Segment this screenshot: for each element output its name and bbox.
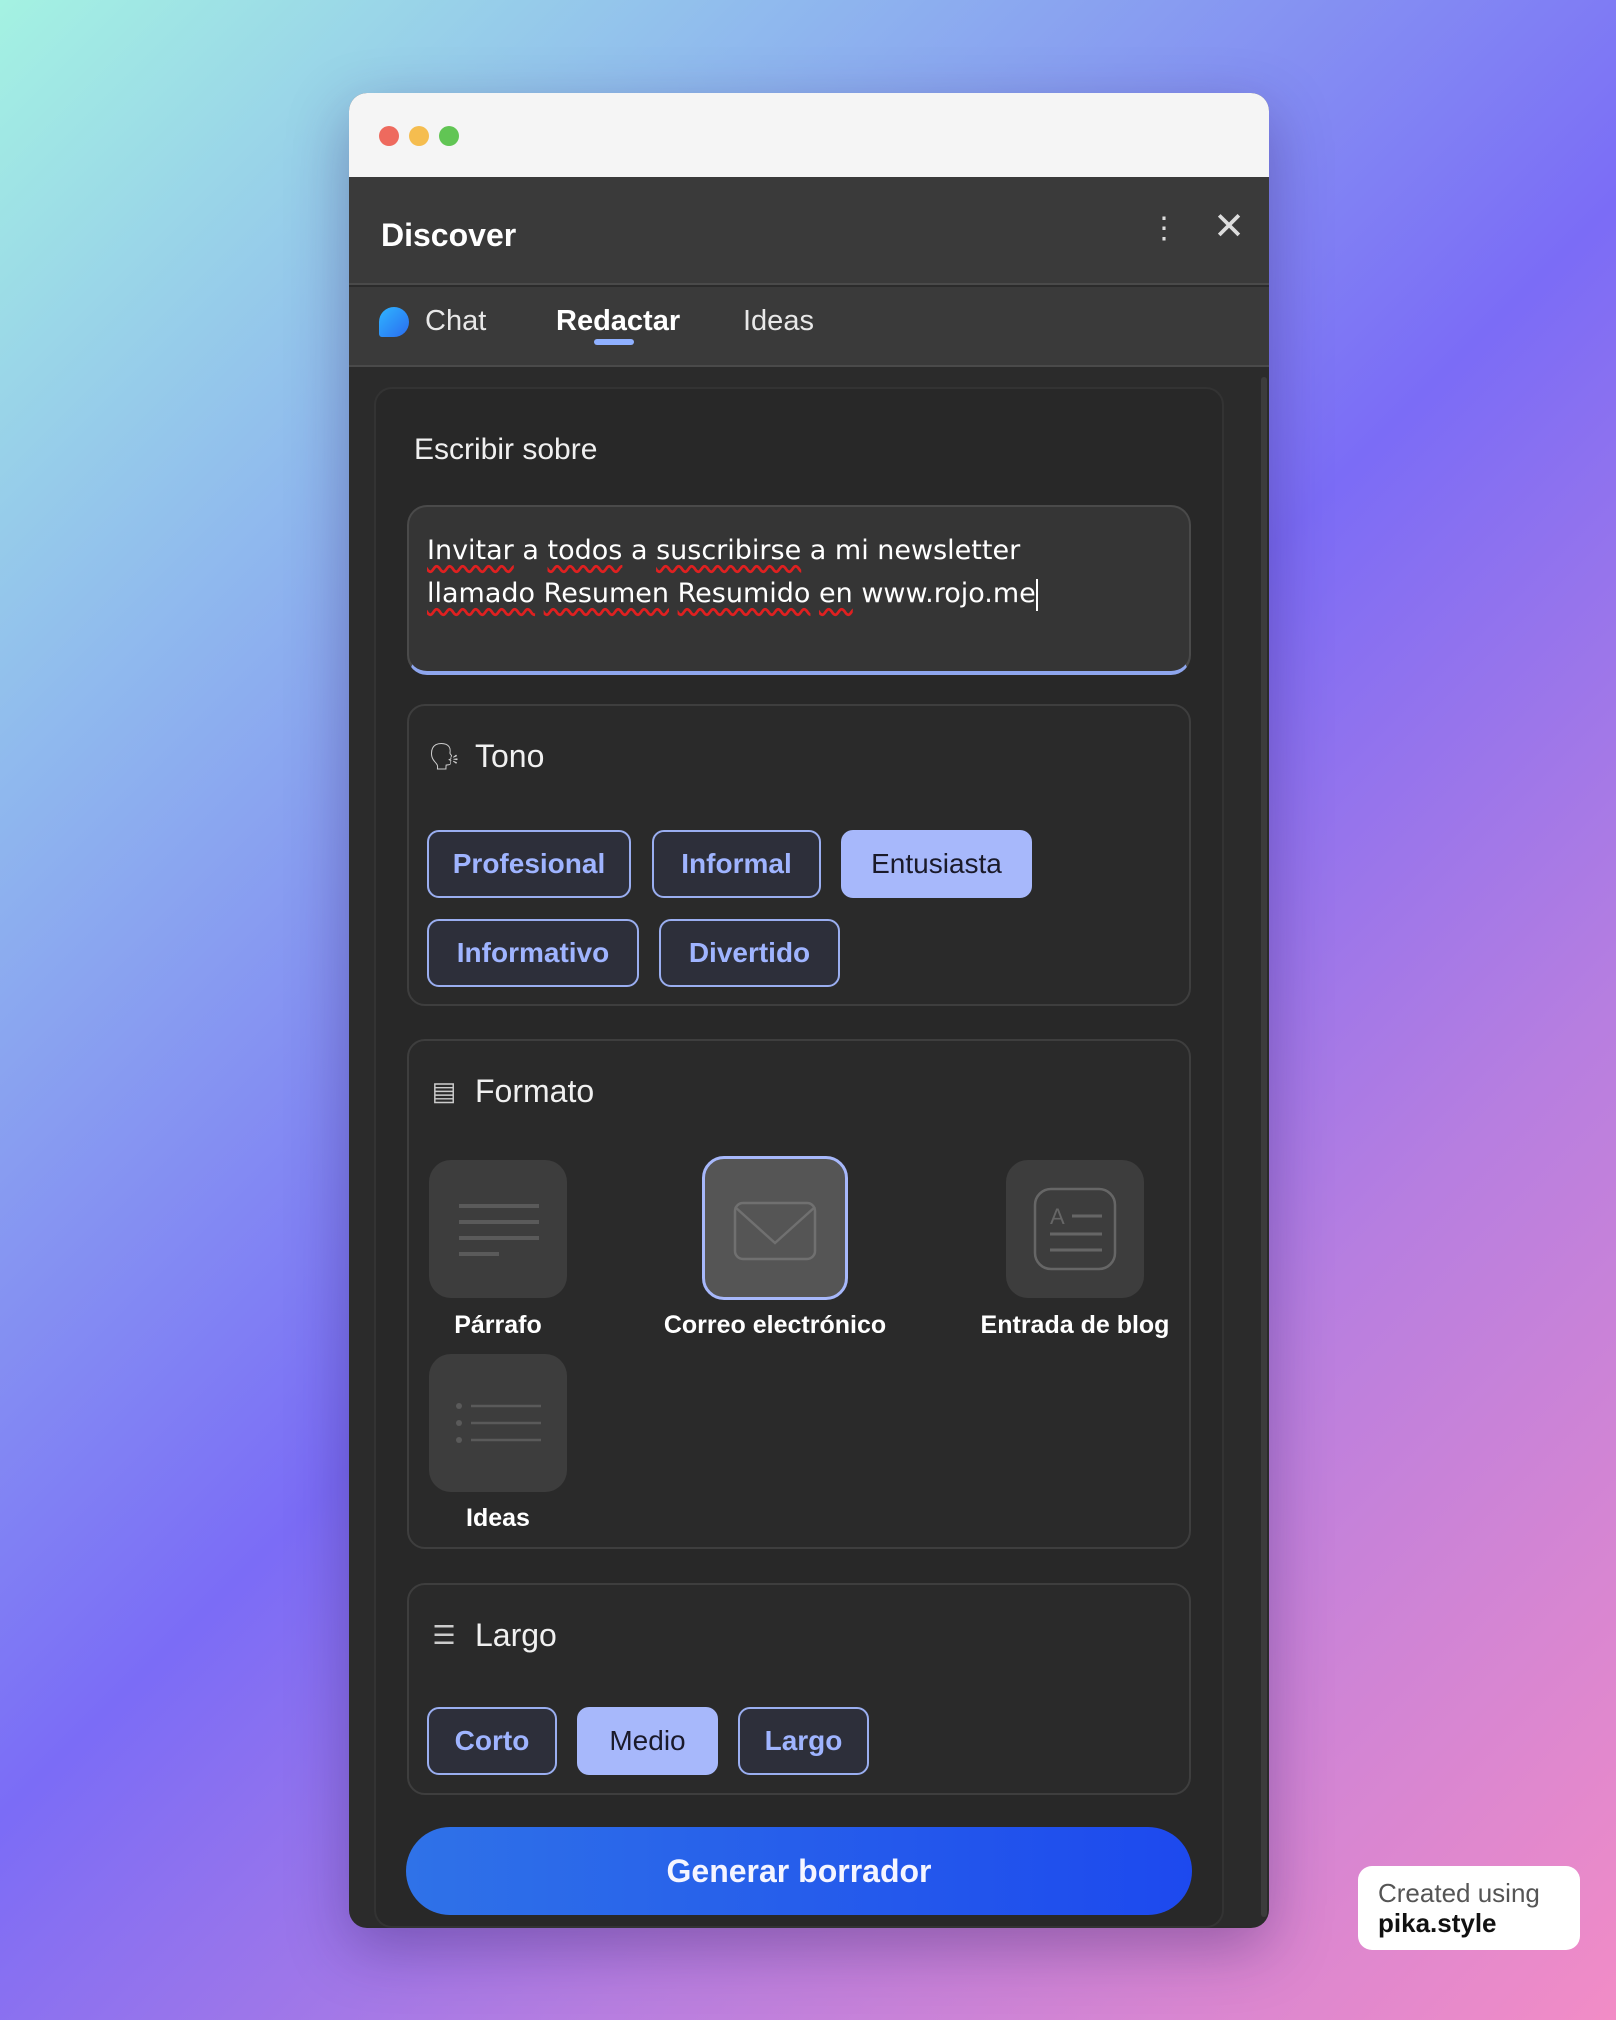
text-fragment: [810, 578, 819, 609]
topic-textarea[interactable]: Invitar a todos a suscribirse a mi newsl…: [407, 505, 1191, 675]
format-email-label: Correo electrónico: [663, 1311, 887, 1339]
topic-label: Escribir sobre: [414, 433, 598, 466]
tab-bar: Chat Redactar Ideas: [349, 287, 1269, 367]
length-chip-corto[interactable]: Corto: [427, 1707, 557, 1775]
tab-chat[interactable]: Chat: [425, 305, 486, 338]
scrollbar[interactable]: [1261, 377, 1267, 1917]
format-paragraph-tile[interactable]: [429, 1160, 567, 1298]
misspelled-word: Resumido: [677, 578, 811, 609]
tone-chip-entusiasta[interactable]: Entusiasta: [841, 830, 1032, 898]
text-lines-icon: ☰: [432, 1620, 456, 1650]
format-ideas-label: Ideas: [466, 1504, 530, 1532]
length-chip-medio[interactable]: Medio: [577, 1707, 718, 1775]
badge-line1: Created using: [1378, 1878, 1540, 1908]
format-blog-tile[interactable]: A: [1006, 1160, 1144, 1298]
format-title: Formato: [475, 1073, 595, 1109]
length-section: ☰ Largo Corto Medio Largo: [407, 1583, 1191, 1795]
maximize-window-button[interactable]: [439, 126, 459, 146]
format-paragraph-label: Párrafo: [454, 1311, 542, 1339]
minimize-window-button[interactable]: [409, 126, 429, 146]
blog-post-icon: A: [1033, 1187, 1117, 1271]
format-ideas-tile[interactable]: [429, 1354, 567, 1492]
paragraph-icon: [459, 1204, 539, 1256]
more-vertical-icon[interactable]: ⋮: [1149, 209, 1179, 249]
generate-draft-button[interactable]: Generar borrador: [406, 1827, 1192, 1915]
panel-title: Discover: [381, 217, 517, 253]
tone-chip-informativo[interactable]: Informativo: [427, 919, 639, 987]
panel-header: Discover ⋮ ✕: [349, 177, 1269, 285]
svg-text:A: A: [1050, 1204, 1065, 1229]
text-fragment: a: [513, 535, 548, 566]
text-fragment: www.rojo.me: [852, 578, 1036, 609]
tone-chip-profesional[interactable]: Profesional: [427, 830, 631, 898]
misspelled-word: llamado: [427, 578, 536, 609]
app-window: Discover ⋮ ✕ Chat Redactar Ideas Escribi…: [349, 93, 1269, 1928]
tab-ideas[interactable]: Ideas: [743, 305, 814, 338]
close-icon[interactable]: ✕: [1211, 205, 1247, 249]
misspelled-word: en: [819, 578, 853, 609]
close-window-button[interactable]: [379, 126, 399, 146]
format-document-icon: ▤: [431, 1076, 457, 1106]
tone-chip-informal[interactable]: Informal: [652, 830, 821, 898]
bullet-list-icon: [456, 1403, 541, 1443]
format-blog-label: Entrada de blog: [980, 1311, 1170, 1339]
format-email-tile[interactable]: [702, 1156, 848, 1300]
voice-person-icon: 🗣: [427, 741, 461, 771]
text-caret: [1035, 578, 1038, 611]
envelope-icon: [733, 1201, 817, 1261]
tone-section: 🗣 Tono Profesional Informal Entusiasta In…: [407, 704, 1191, 1006]
length-chip-largo[interactable]: Largo: [738, 1707, 869, 1775]
misspelled-word: Invitar: [427, 535, 514, 566]
text-fragment: [535, 578, 544, 609]
misspelled-word: suscribirse: [656, 535, 802, 566]
chat-bubble-icon: [379, 307, 409, 337]
misspelled-word: Resumen: [543, 578, 670, 609]
window-titlebar: [349, 93, 1269, 177]
active-tab-indicator: [594, 339, 634, 345]
text-fragment: [669, 578, 678, 609]
badge-line2: pika.style: [1378, 1908, 1497, 1938]
text-fragment: a: [622, 535, 657, 566]
length-title: Largo: [475, 1617, 557, 1653]
tone-title: Tono: [475, 738, 545, 774]
format-section: ▤ Formato Párrafo Correo electrónico A En…: [407, 1039, 1191, 1549]
tab-redactar[interactable]: Redactar: [556, 305, 680, 338]
pika-style-badge[interactable]: Created using pika.style: [1358, 1866, 1580, 1950]
tone-chip-divertido[interactable]: Divertido: [659, 919, 840, 987]
misspelled-word: todos: [547, 535, 623, 566]
text-fragment: a mi newsletter: [801, 535, 1021, 566]
